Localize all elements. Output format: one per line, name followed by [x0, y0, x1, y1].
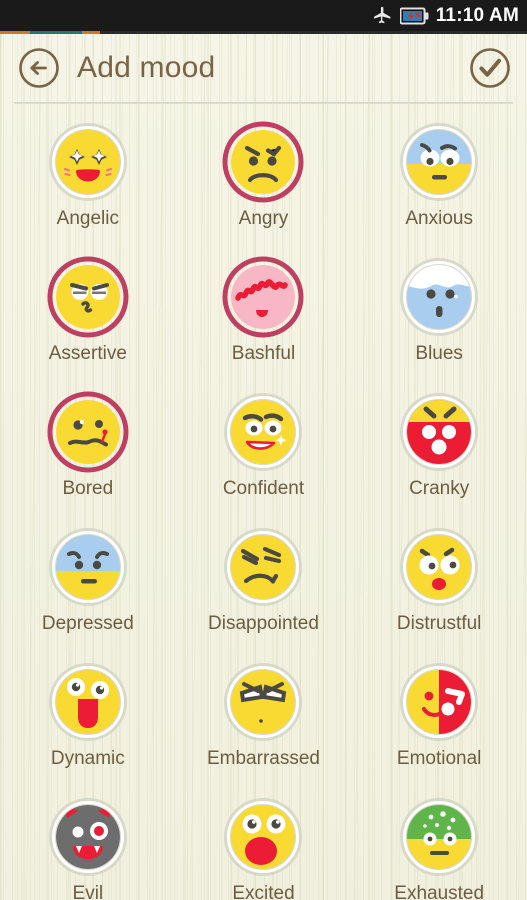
- mood-label: Bored: [62, 478, 114, 499]
- mood-label: Excited: [232, 883, 295, 900]
- mood-angry-icon[interactable]: [220, 119, 306, 205]
- mood-exhausted-icon[interactable]: [396, 794, 482, 880]
- mood-label: Depressed: [41, 613, 134, 634]
- mood-item-excited[interactable]: Excited: [176, 787, 352, 900]
- airplane-mode-icon: [372, 5, 393, 26]
- mood-item-cranky[interactable]: Cranky: [351, 382, 527, 517]
- mood-item-emotional[interactable]: Emotional: [351, 652, 527, 787]
- mood-label: Bashful: [231, 343, 296, 364]
- mood-item-confident[interactable]: Confident: [176, 382, 352, 517]
- mood-label: Blues: [415, 343, 463, 364]
- mood-item-angelic[interactable]: Angelic: [0, 112, 176, 247]
- mood-dynamic-icon[interactable]: [45, 659, 131, 745]
- mood-excited-icon[interactable]: [220, 794, 306, 880]
- mood-label: Dynamic: [50, 748, 125, 769]
- mood-anxious-icon[interactable]: [396, 119, 482, 205]
- accent-segment-orange-left: [0, 31, 30, 34]
- mood-label: Emotional: [396, 748, 482, 769]
- mood-label: Distrustful: [396, 613, 482, 634]
- mood-item-assertive[interactable]: Assertive: [0, 247, 176, 382]
- mood-item-exhausted[interactable]: Exhausted: [351, 787, 527, 900]
- back-arrow-circle-icon[interactable]: [18, 47, 60, 89]
- mood-bashful-icon[interactable]: [220, 254, 306, 340]
- mood-item-bored[interactable]: Bored: [0, 382, 176, 517]
- accent-segment-teal: [30, 31, 82, 34]
- status-bar-clock: 11:10 AM: [435, 5, 519, 26]
- mood-bored-icon[interactable]: [45, 389, 131, 475]
- mood-disappointed-icon[interactable]: [220, 524, 306, 610]
- mood-embarrassed-icon[interactable]: [220, 659, 306, 745]
- accent-segment-orange-right: [82, 31, 100, 34]
- mood-label: Cranky: [409, 478, 470, 499]
- mood-label: Angry: [238, 208, 289, 229]
- mood-label: Disappointed: [208, 613, 319, 634]
- mood-item-bashful[interactable]: Bashful: [176, 247, 352, 382]
- mood-item-angry[interactable]: Angry: [176, 112, 352, 247]
- mood-item-anxious[interactable]: Anxious: [351, 112, 527, 247]
- mood-assertive-icon[interactable]: [45, 254, 131, 340]
- mood-item-depressed[interactable]: Depressed: [0, 517, 176, 652]
- mood-label: Anxious: [405, 208, 473, 229]
- mood-item-blues[interactable]: Blues: [351, 247, 527, 382]
- page-title: Add mood: [77, 51, 216, 84]
- mood-label: Angelic: [56, 208, 119, 229]
- status-bar: 11:10 AM: [0, 0, 527, 31]
- app-header: Add mood: [0, 34, 527, 102]
- mood-depressed-icon[interactable]: [45, 524, 131, 610]
- mood-label: Assertive: [48, 343, 127, 364]
- mood-cranky-icon[interactable]: [396, 389, 482, 475]
- mood-item-dynamic[interactable]: Dynamic: [0, 652, 176, 787]
- mood-blues-icon[interactable]: [396, 254, 482, 340]
- mood-emotional-icon[interactable]: [396, 659, 482, 745]
- mood-item-evil[interactable]: Evil: [0, 787, 176, 900]
- mood-label: Confident: [222, 478, 305, 499]
- mood-item-disappointed[interactable]: Disappointed: [176, 517, 352, 652]
- mood-item-embarrassed[interactable]: Embarrassed: [176, 652, 352, 787]
- mood-item-distrustful[interactable]: Distrustful: [351, 517, 527, 652]
- check-circle-icon[interactable]: [469, 47, 511, 89]
- battery-charging-error-icon: [399, 7, 429, 25]
- mood-label: Embarrassed: [206, 748, 320, 769]
- mood-label: Evil: [72, 883, 104, 900]
- mood-evil-icon[interactable]: [45, 794, 131, 880]
- accent-progress-strip: [0, 31, 527, 34]
- content-background: Add mood Angelic Angry Anxious Assertive…: [0, 34, 527, 900]
- mood-grid: Angelic Angry Anxious Assertive Bashful …: [0, 104, 527, 900]
- mood-confident-icon[interactable]: [220, 389, 306, 475]
- mood-angelic-icon[interactable]: [45, 119, 131, 205]
- mood-distrustful-icon[interactable]: [396, 524, 482, 610]
- mood-label: Exhausted: [394, 883, 485, 900]
